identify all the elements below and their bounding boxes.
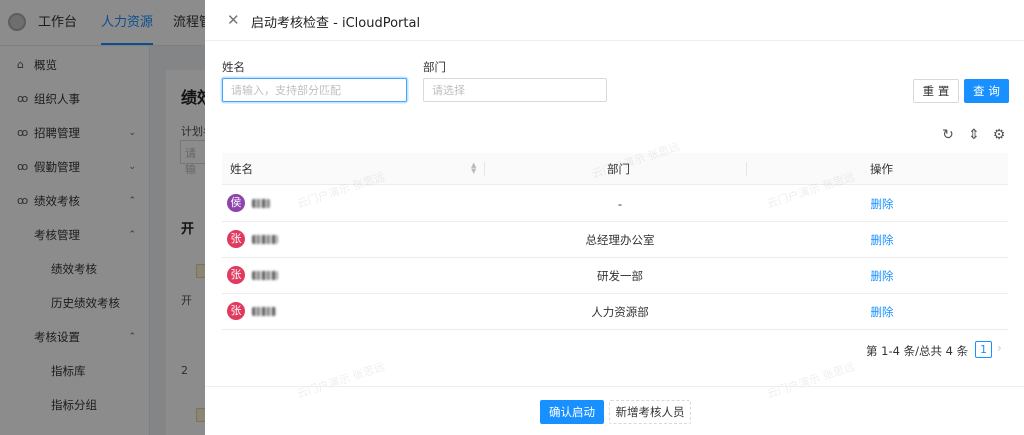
dept-cell: - <box>617 197 623 211</box>
redacted-name <box>252 307 276 316</box>
table-row: 张 研发一部 删除 <box>222 258 1008 294</box>
redacted-name <box>252 271 278 280</box>
delete-link[interactable]: 删除 <box>842 186 922 222</box>
reset-button[interactable]: 重 置 <box>913 79 959 103</box>
redacted-name <box>252 199 270 208</box>
avatar: 张 <box>227 302 245 320</box>
delete-link[interactable]: 删除 <box>842 258 922 294</box>
chevron-right-icon[interactable]: › <box>997 341 1002 355</box>
refresh-icon[interactable]: ↻ <box>940 127 956 143</box>
dept-select[interactable] <box>423 78 607 102</box>
avatar: 张 <box>227 230 245 248</box>
dept-cell: 人力资源部 <box>591 305 649 319</box>
add-reviewer-button[interactable]: 新增考核人员 <box>609 400 691 424</box>
column-header-action: 操作 <box>870 162 893 176</box>
column-divider <box>484 162 485 176</box>
dept-cell: 总经理办公室 <box>585 233 655 247</box>
column-header-name[interactable]: 姓名 <box>230 153 253 185</box>
sort-icon[interactable]: ▲ ▼ <box>471 162 476 175</box>
close-icon[interactable]: ✕ <box>227 11 240 29</box>
table-row: 张 人力资源部 删除 <box>222 294 1008 330</box>
table-header: 姓名 ▲ ▼ 部门 操作 <box>222 153 1008 185</box>
column-height-icon[interactable]: ⇕ <box>966 127 982 143</box>
delete-link[interactable]: 删除 <box>842 294 922 330</box>
name-search-input[interactable] <box>222 78 407 102</box>
confirm-start-button[interactable]: 确认启动 <box>540 400 604 424</box>
column-divider <box>746 162 747 176</box>
pagination-summary: 第 1-4 条/总共 4 条 <box>866 344 969 358</box>
table-row: 张 总经理办公室 删除 <box>222 222 1008 258</box>
delete-link[interactable]: 删除 <box>842 222 922 258</box>
avatar: 张 <box>227 266 245 284</box>
dept-filter-label: 部门 <box>423 60 446 74</box>
redacted-name <box>252 235 278 244</box>
settings-icon[interactable]: ⚙ <box>991 127 1007 143</box>
dept-cell: 研发一部 <box>597 269 643 283</box>
name-filter-label: 姓名 <box>222 60 245 74</box>
drawer-title: 启动考核检查 - iCloudPortal <box>251 16 421 31</box>
drawer-header: ✕ 启动考核检查 - iCloudPortal <box>205 0 1024 41</box>
drawer-footer: 确认启动 新增考核人员 <box>205 386 1024 435</box>
chevron-left-icon[interactable]: ‹ <box>961 341 966 355</box>
query-button[interactable]: 查 询 <box>964 79 1009 103</box>
drawer: ✕ 启动考核检查 - iCloudPortal 姓名 部门 重 置 查 询 ↻ … <box>205 0 1024 435</box>
column-header-dept: 部门 <box>607 162 630 176</box>
avatar: 侯 <box>227 194 245 212</box>
pagination-page-current[interactable]: 1 <box>975 341 992 358</box>
table-row: 侯 - 删除 <box>222 186 1008 222</box>
